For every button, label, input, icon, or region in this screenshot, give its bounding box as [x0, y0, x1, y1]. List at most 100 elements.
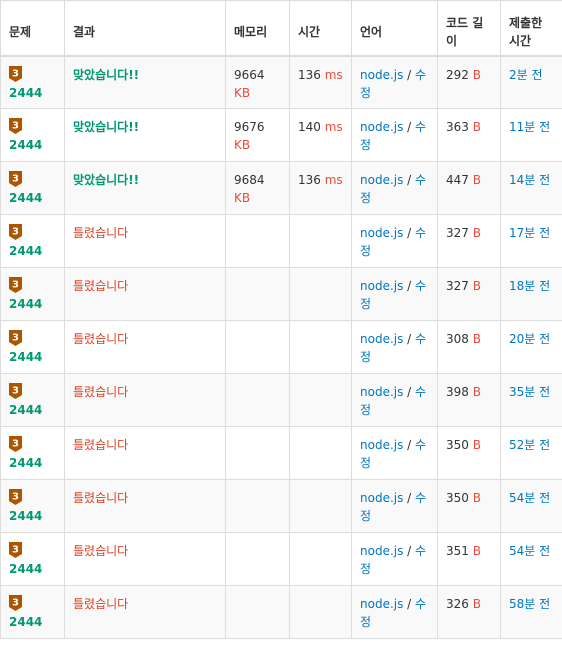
time-cell: [289, 479, 352, 533]
problem-cell: 3 2444: [0, 532, 65, 586]
language-link[interactable]: node.js: [360, 120, 403, 134]
bronze-tier-icon: 3: [9, 542, 22, 558]
language-cell: node.js / 수정: [351, 55, 438, 109]
memory-cell: [225, 585, 290, 639]
bronze-tier-icon: 3: [9, 224, 22, 240]
language-cell: node.js / 수정: [351, 214, 438, 268]
language-link[interactable]: node.js: [360, 438, 403, 452]
time-cell: [289, 267, 352, 321]
code-length-value: 327: [446, 226, 469, 240]
code-length-unit: B: [472, 332, 481, 346]
submitted-time-link[interactable]: 20분 전: [509, 332, 550, 346]
result-text: 맞았습니다!!: [73, 173, 140, 187]
problem-link[interactable]: 2444: [9, 350, 42, 364]
language-separator: /: [403, 173, 416, 187]
language-link[interactable]: node.js: [360, 68, 403, 82]
language-link[interactable]: node.js: [360, 279, 403, 293]
code-length-cell: 350 B: [437, 426, 501, 480]
code-length-cell: 398 B: [437, 373, 501, 427]
bronze-tier-icon: 3: [9, 489, 22, 505]
submitted-time-link[interactable]: 17분 전: [509, 226, 550, 240]
problem-link[interactable]: 2444: [9, 562, 42, 576]
submitted-time-cell: 17분 전: [500, 214, 562, 268]
submitted-time-cell: 52분 전: [500, 426, 562, 480]
memory-cell: [225, 214, 290, 268]
header-memory: 메모리: [225, 0, 290, 57]
result-text: 틀렸습니다: [73, 597, 129, 611]
code-length-cell: 351 B: [437, 532, 501, 586]
submitted-time-link[interactable]: 58분 전: [509, 597, 550, 611]
code-length-unit: B: [472, 597, 481, 611]
language-separator: /: [403, 120, 416, 134]
problem-link[interactable]: 2444: [9, 456, 42, 470]
svg-text:3: 3: [12, 439, 19, 450]
submitted-time-link[interactable]: 2분 전: [509, 68, 543, 82]
code-length-unit: B: [472, 279, 481, 293]
svg-text:3: 3: [12, 68, 19, 79]
code-length-unit: B: [472, 438, 481, 452]
time-cell: [289, 320, 352, 374]
header-code-length: 코드 길이: [437, 0, 501, 57]
submitted-time-link[interactable]: 11분 전: [509, 120, 550, 134]
language-cell: node.js / 수정: [351, 267, 438, 321]
code-length-value: 350: [446, 438, 469, 452]
result-text: 틀렸습니다: [73, 279, 129, 293]
result-text: 틀렸습니다: [73, 226, 129, 240]
time-cell: [289, 532, 352, 586]
submitted-time-cell: 58분 전: [500, 585, 562, 639]
time-cell: 136 ms: [289, 161, 352, 215]
time-cell: [289, 373, 352, 427]
language-link[interactable]: node.js: [360, 491, 403, 505]
time-value: 136: [298, 67, 321, 82]
submission-row: 3 2444 틀렸습니다 node.js / 수정 398 B 35분 전: [0, 373, 562, 427]
memory-cell: [225, 267, 290, 321]
result-cell: 틀렸습니다: [64, 585, 226, 639]
code-length-value: 351: [446, 544, 469, 558]
submitted-time-link[interactable]: 14분 전: [509, 173, 550, 187]
submission-status-table: 문제 결과 메모리 시간 언어 코드 길이 제출한 시간 3 2444 맞았습니다!…: [0, 0, 562, 639]
language-link[interactable]: node.js: [360, 332, 403, 346]
problem-link[interactable]: 2444: [9, 244, 42, 258]
problem-link[interactable]: 2444: [9, 615, 42, 629]
submitted-time-link[interactable]: 54분 전: [509, 544, 550, 558]
time-unit: ms: [324, 120, 343, 134]
code-length-cell: 327 B: [437, 267, 501, 321]
problem-link[interactable]: 2444: [9, 138, 42, 152]
problem-cell: 3 2444: [0, 426, 65, 480]
submitted-time-link[interactable]: 35분 전: [509, 385, 550, 399]
problem-link[interactable]: 2444: [9, 297, 42, 311]
language-separator: /: [403, 491, 416, 505]
submitted-time-link[interactable]: 52분 전: [509, 438, 550, 452]
submitted-time-link[interactable]: 18분 전: [509, 279, 550, 293]
language-link[interactable]: node.js: [360, 385, 403, 399]
submitted-time-cell: 35분 전: [500, 373, 562, 427]
problem-link[interactable]: 2444: [9, 403, 42, 417]
code-length-cell: 327 B: [437, 214, 501, 268]
submitted-time-link[interactable]: 54분 전: [509, 491, 550, 505]
language-cell: node.js / 수정: [351, 479, 438, 533]
submission-row: 3 2444 맞았습니다!! 9684 KB 136 ms node.js / 수정 447 …: [0, 161, 562, 215]
language-link[interactable]: node.js: [360, 597, 403, 611]
header-result: 결과: [64, 0, 226, 57]
time-cell: [289, 426, 352, 480]
result-cell: 틀렸습니다: [64, 267, 226, 321]
code-length-value: 326: [446, 597, 469, 611]
language-cell: node.js / 수정: [351, 532, 438, 586]
result-text: 맞았습니다!!: [73, 120, 140, 134]
problem-link[interactable]: 2444: [9, 191, 42, 205]
result-cell: 틀렸습니다: [64, 426, 226, 480]
submitted-time-cell: 11분 전: [500, 108, 562, 162]
language-separator: /: [403, 332, 416, 346]
language-link[interactable]: node.js: [360, 544, 403, 558]
code-length-cell: 292 B: [437, 55, 501, 109]
language-link[interactable]: node.js: [360, 173, 403, 187]
submitted-time-cell: 14분 전: [500, 161, 562, 215]
problem-link[interactable]: 2444: [9, 86, 42, 100]
result-cell: 틀렸습니다: [64, 320, 226, 374]
memory-cell: 9676 KB: [225, 108, 290, 162]
submission-row: 3 2444 맞았습니다!! 9664 KB 136 ms node.js / 수정 292 …: [0, 55, 562, 109]
time-cell: 136 ms: [289, 55, 352, 109]
language-link[interactable]: node.js: [360, 226, 403, 240]
problem-link[interactable]: 2444: [9, 509, 42, 523]
bronze-tier-icon: 3: [9, 436, 22, 452]
